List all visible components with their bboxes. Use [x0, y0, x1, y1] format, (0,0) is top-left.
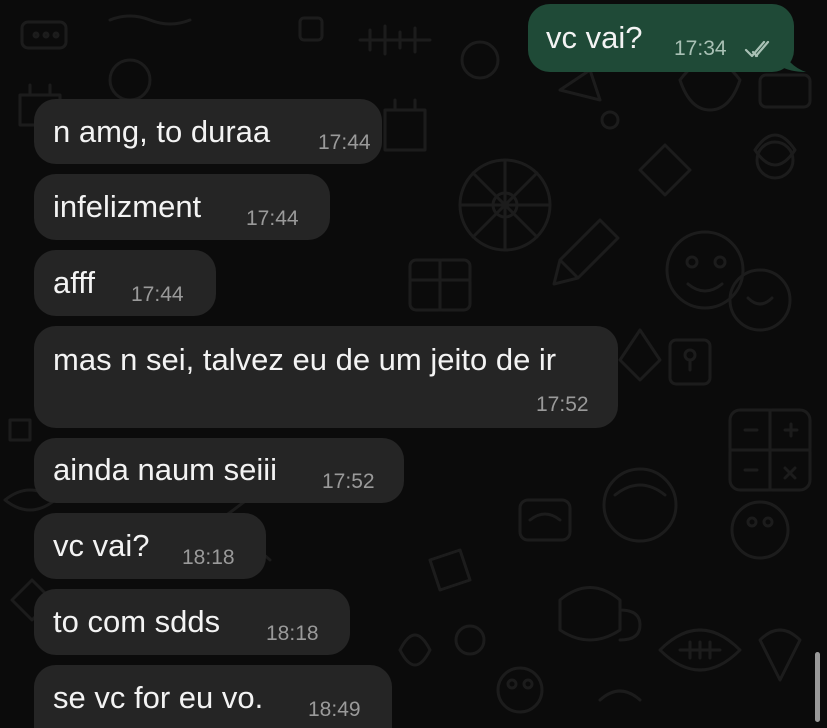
message-time: 17:52 — [536, 393, 589, 416]
message-list[interactable]: vc vai? 17:34 n amg, to duraa 17:44 infe… — [0, 0, 827, 728]
message-time: 17:34 — [674, 37, 727, 60]
message-text: to com sdds — [53, 604, 221, 639]
message-time: 17:44 — [246, 207, 299, 230]
message-text: mas n sei, talvez eu de um jeito de ir — [53, 342, 557, 377]
incoming-message-bubble[interactable]: vc vai? 18:18 — [34, 513, 266, 579]
message-time: 18:18 — [182, 546, 235, 569]
incoming-message-bubble[interactable]: to com sdds 18:18 — [34, 589, 350, 655]
message-time: 17:44 — [318, 131, 371, 154]
message-time: 18:18 — [266, 622, 319, 645]
message-time: 17:52 — [322, 470, 375, 493]
message-text: ainda naum seiii — [53, 452, 278, 487]
message-text: infelizment — [53, 189, 202, 224]
incoming-message-bubble[interactable]: n amg, to duraa 17:44 — [34, 99, 382, 164]
message-text: n amg, to duraa — [53, 114, 271, 149]
message-time: 18:49 — [308, 698, 361, 721]
outgoing-message-bubble[interactable]: vc vai? 17:34 — [528, 4, 794, 72]
incoming-message-bubble[interactable]: mas n sei, talvez eu de um jeito de ir 1… — [34, 326, 618, 428]
scrollbar[interactable] — [815, 652, 820, 722]
incoming-message-bubble[interactable]: infelizment 17:44 — [34, 174, 330, 240]
double-check-read-icon — [744, 40, 770, 58]
incoming-message-bubble[interactable]: ainda naum seiii 17:52 — [34, 438, 404, 503]
message-time: 17:44 — [131, 283, 184, 306]
message-text: afff — [53, 265, 95, 300]
incoming-message-bubble[interactable]: se vc for eu vo. 18:49 — [34, 665, 392, 728]
outgoing-bubble-tail — [780, 46, 806, 72]
message-text: vc vai? — [53, 528, 150, 563]
incoming-message-bubble[interactable]: afff 17:44 — [34, 250, 216, 316]
message-text: se vc for eu vo. — [53, 680, 264, 715]
message-text: vc vai? — [546, 20, 643, 55]
